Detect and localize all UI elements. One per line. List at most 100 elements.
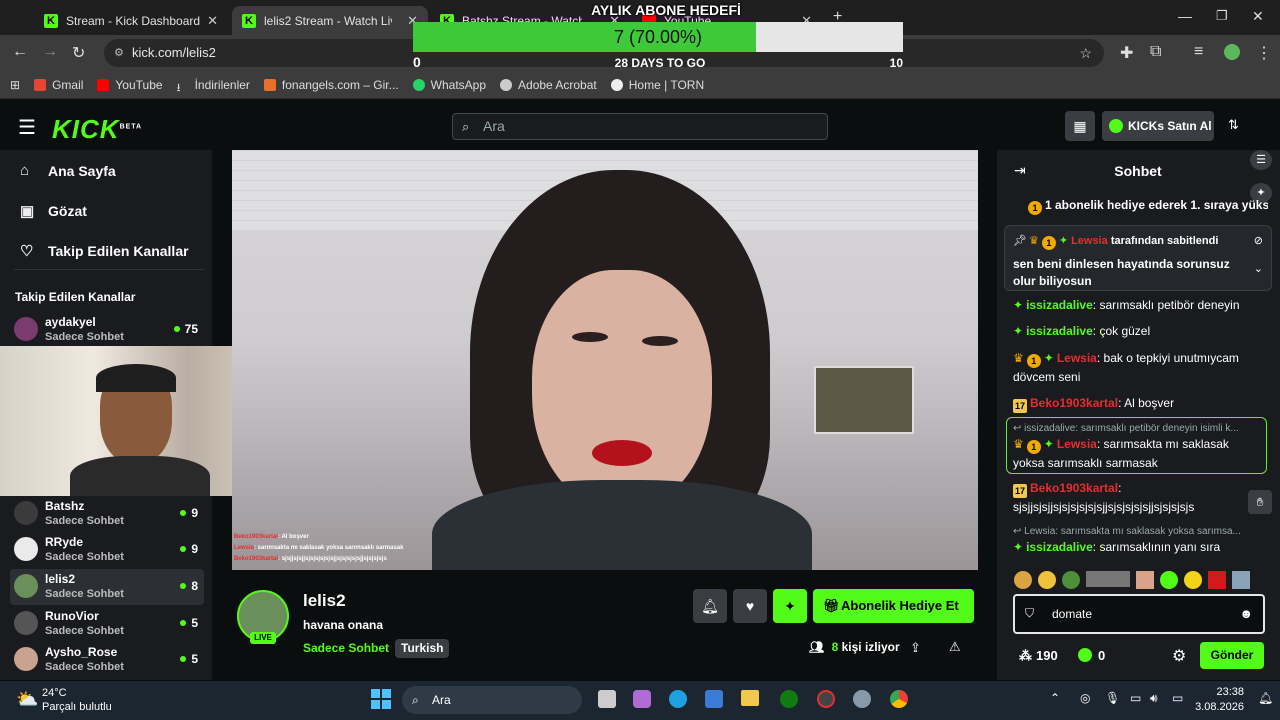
kicks-balance[interactable]: 0	[1078, 648, 1105, 663]
send-button[interactable]: Gönder	[1200, 642, 1264, 669]
gift-subscription-button[interactable]: 🎁︎ Abonelik Hediye Et	[813, 589, 974, 623]
chat-username[interactable]: Lewsia	[1057, 351, 1097, 365]
back-icon[interactable]: ←	[12, 43, 28, 61]
chat-username[interactable]: issizadalive	[1026, 298, 1093, 312]
emote-icon[interactable]	[1184, 571, 1202, 589]
chat-username[interactable]: Beko1903kartal	[1030, 481, 1118, 495]
site-info-icon[interactable]: ⚙	[114, 39, 124, 67]
forward-icon[interactable]: →	[42, 43, 58, 61]
copilot-icon[interactable]	[633, 690, 651, 708]
gift-leaderboard-banner[interactable]: 11 abonelik hediye ederek 1. sıraya yüks	[1028, 198, 1268, 215]
browse-icon[interactable]: ▦	[1065, 111, 1095, 141]
emote-icon[interactable]	[1062, 571, 1080, 589]
chat-settings-gear-icon[interactable]: ⚙	[1172, 646, 1186, 666]
sidebar-item-home[interactable]: ⌂ Ana Sayfa	[20, 162, 116, 179]
sidebar-item-following[interactable]: ♡ Takip Edilen Kanallar	[20, 242, 189, 260]
emote-icon[interactable]	[1160, 571, 1178, 589]
notification-icon[interactable]: 🔔︎	[1258, 691, 1273, 705]
apps-grid-icon[interactable]: ⊞	[10, 78, 20, 92]
chat-input[interactable]: ⛉ domate ☻	[1013, 594, 1265, 634]
extensions-puzzle-icon[interactable]: ⧉	[1150, 43, 1161, 61]
buy-kicks-button[interactable]: KICKs Satın Al	[1102, 111, 1214, 141]
battery-icon[interactable]: ▭	[1172, 691, 1183, 705]
sidebar-item-browse[interactable]: ▣ Gözat	[20, 202, 87, 220]
unpin-icon[interactable]: ⊘	[1254, 234, 1263, 247]
edge-icon[interactable]	[669, 690, 687, 708]
emote-icon[interactable]	[1038, 571, 1056, 589]
minimize-icon[interactable]: —	[1178, 8, 1192, 24]
weather-icon[interactable]: ⛅	[16, 689, 38, 710]
sidebar-channel-batshz[interactable]: Batshz Sadece Sohbet 9	[14, 497, 204, 533]
bookmark-fonangels[interactable]: fonangels.com – Gir...	[263, 78, 399, 92]
kicks-button[interactable]: ✦	[773, 589, 807, 623]
chat-message[interactable]: 17 Beko1903kartal: Al boşver	[1013, 394, 1263, 413]
sidebar-channel-lelis2[interactable]: lelis2 Sadece Sohbet 8	[14, 570, 204, 606]
channel-name[interactable]: lelis2	[303, 591, 346, 611]
bookmark-torn[interactable]: Home | TORN	[610, 78, 704, 92]
chat-message[interactable]: ♛ 1 ✦ Lewsia: sarımsakta mı saklasak yoksa …	[1013, 435, 1263, 472]
microphone-icon[interactable]: 🎙︎	[1105, 691, 1120, 705]
menu-dots-icon[interactable]: ⋮	[1256, 43, 1272, 63]
tray-app-icon[interactable]: ◎	[1080, 691, 1090, 705]
bookmark-downloads[interactable]: ⭳ İndirilenler	[177, 78, 250, 94]
taskbar-search[interactable]: ⌕ Ara	[402, 686, 582, 714]
tab-kick-dashboard[interactable]: K Stream - Kick Dashboard ✕	[34, 6, 228, 35]
follow-heart-button[interactable]: ♥	[733, 589, 767, 623]
notification-bell-button[interactable]: 🔔︎	[693, 589, 727, 623]
bookmark-whatsapp[interactable]: WhatsApp	[412, 78, 486, 92]
extension-icon[interactable]: ✚	[1120, 43, 1133, 63]
network-icon[interactable]: ▭	[1130, 691, 1141, 705]
settings-icon[interactable]	[853, 690, 871, 708]
chat-username[interactable]: Beko1903kartal	[1030, 396, 1118, 410]
emote-icon[interactable]	[1014, 571, 1032, 589]
bookmark-youtube[interactable]: YouTube	[97, 78, 163, 92]
emoji-picker-icon[interactable]: ☻	[1239, 606, 1253, 621]
xbox-icon[interactable]	[780, 690, 798, 708]
chrome-icon[interactable]	[890, 690, 908, 708]
emote-icon[interactable]	[1136, 571, 1154, 589]
reload-icon[interactable]: ↻	[72, 43, 85, 63]
bookmark-acrobat[interactable]: Adobe Acrobat	[500, 78, 597, 92]
chat-message[interactable]: ✦ issizadalive: sarımsaklı petibör deneyi…	[1013, 296, 1263, 314]
restore-icon[interactable]: ❐	[1216, 8, 1228, 24]
hamburger-menu-icon[interactable]: ☰	[18, 115, 36, 140]
bookmark-star-icon[interactable]: ☆	[1079, 39, 1092, 67]
windows-start-icon[interactable]	[371, 689, 391, 709]
sidebar-channel-rryde[interactable]: RRyde Sadece Sohbet 9	[14, 533, 204, 569]
tab-lelis2[interactable]: K lelis2 Stream - Watch Live o ✕	[232, 6, 428, 35]
profile-avatar[interactable]	[1224, 44, 1240, 60]
chat-username[interactable]: issizadalive	[1026, 324, 1093, 338]
sidebar-channel-aysho-rose[interactable]: Aysho_Rose Sadece Sohbet 5	[14, 643, 204, 679]
emote-icon[interactable]	[1232, 571, 1250, 589]
share-icon[interactable]: ⇪	[910, 640, 921, 656]
store-icon[interactable]	[705, 690, 723, 708]
chat-message[interactable]: ✦ issizadalive: sarımsaklının yanı sıra	[1013, 538, 1263, 556]
reading-list-icon[interactable]: ≡	[1194, 43, 1203, 61]
close-window-icon[interactable]: ✕	[1252, 8, 1264, 25]
task-view-icon[interactable]	[598, 690, 616, 708]
user-menu-icon[interactable]: ⇅	[1228, 117, 1239, 133]
pause-chat-hand-icon[interactable]: ✋︎	[1248, 490, 1272, 514]
clock-date[interactable]: 3.08.2026	[1190, 701, 1244, 713]
tag-turkish[interactable]: Turkish	[395, 639, 450, 658]
channel-points[interactable]: ⁂ 190	[1019, 648, 1058, 664]
file-explorer-icon[interactable]	[741, 690, 759, 706]
chat-username[interactable]: issizadalive	[1026, 540, 1093, 554]
sidebar-channel-aydakyel[interactable]: aydakyel Sadece Sohbet 75	[14, 313, 204, 349]
collapse-chat-icon[interactable]: ⇥	[1014, 162, 1026, 179]
close-tab-icon[interactable]: ✕	[207, 13, 218, 29]
search-input[interactable]: ⌕ Ara	[452, 113, 828, 140]
pinned-message[interactable]: 📌︎ ♛ 1 ✦ Lewsia tarafından sabitlendi ⊘ sen …	[1004, 225, 1272, 291]
sidebar-channel-runovior[interactable]: RunoVior Sadece Sohbet 5	[14, 607, 204, 643]
chat-username[interactable]: Lewsia	[1057, 437, 1097, 451]
video-player[interactable]: Beko1903kartal: Al boşver Lewsia: sarıms…	[232, 150, 978, 570]
tray-chevron-up-icon[interactable]: ⌃	[1050, 691, 1060, 705]
report-warning-icon[interactable]: ⚠	[949, 639, 961, 655]
clock-time[interactable]: 23:38	[1198, 686, 1244, 698]
chat-message[interactable]: 17 Beko1903kartal: sjsjjsjsjjsjsjsjsjsjsj…	[1013, 479, 1263, 516]
kick-logo[interactable]: KICKBETA	[52, 114, 142, 145]
volume-icon[interactable]: 🔊︎	[1150, 691, 1158, 706]
expand-chevron-down-icon[interactable]: ⌄	[1254, 262, 1263, 275]
obs-icon[interactable]	[817, 690, 835, 708]
stream-category-link[interactable]: Sadece Sohbet	[303, 641, 389, 655]
